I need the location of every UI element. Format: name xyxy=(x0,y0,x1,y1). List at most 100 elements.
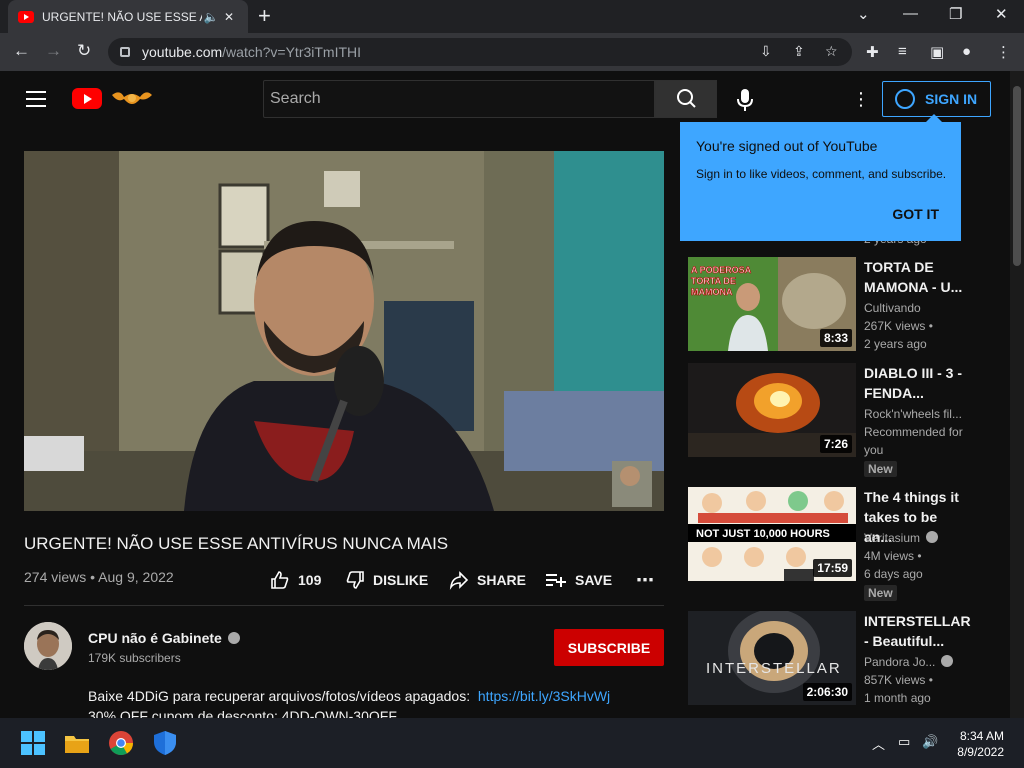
subscribe-button[interactable]: SUBSCRIBE xyxy=(554,629,664,666)
new-tab-button[interactable]: + xyxy=(258,5,271,27)
media-controls-icon[interactable]: ≡ xyxy=(898,43,907,60)
page-scrollbar[interactable] xyxy=(1010,71,1024,718)
rec-views: 857K views • xyxy=(864,673,933,687)
svg-text:MAMONA: MAMONA xyxy=(691,287,733,297)
install-app-icon[interactable]: ⇩ xyxy=(760,43,772,60)
share-arrow-icon xyxy=(449,571,469,590)
settings-kebab-icon[interactable]: ⋮ xyxy=(852,90,870,108)
profile-icon[interactable]: ● xyxy=(962,43,971,60)
tooltip-body: Sign in to like videos, comment, and sub… xyxy=(696,167,947,181)
lock-icon[interactable] xyxy=(120,47,130,57)
subscriber-count: 179K subscribers xyxy=(88,651,181,665)
network-icon[interactable]: ▭ xyxy=(898,734,910,750)
account-icon xyxy=(895,89,915,109)
chrome-menu-icon[interactable]: ⋮ xyxy=(996,43,1011,61)
channel-name[interactable]: CPU não é Gabinete xyxy=(88,630,240,646)
svg-text:TORTA DE: TORTA DE xyxy=(691,276,736,286)
divider xyxy=(24,605,664,606)
save-button[interactable]: SAVE xyxy=(545,570,612,590)
share-button[interactable]: SHARE xyxy=(449,570,526,590)
got-it-button[interactable]: GOT IT xyxy=(892,206,939,222)
close-window-button[interactable]: ✕ xyxy=(995,5,1008,23)
extensions-icon[interactable]: ✚ xyxy=(866,43,879,61)
youtube-favicon-icon xyxy=(18,10,34,23)
video-player[interactable] xyxy=(24,151,664,511)
video-thumbnail[interactable]: A PODEROSA TORTA DE MAMONA 8:33 xyxy=(688,257,856,351)
recommendation-item-1[interactable]: A PODEROSA TORTA DE MAMONA 8:33 TORTA DE… xyxy=(688,257,1008,357)
youtube-doodle-logo[interactable] xyxy=(110,87,154,109)
svg-text:INTERSTELLAR: INTERSTELLAR xyxy=(706,660,842,677)
bookmark-star-icon[interactable]: ☆ xyxy=(825,43,838,60)
share-page-icon[interactable]: ⇪ xyxy=(793,43,805,60)
rec-title[interactable]: DIABLO III - 3 - FENDA... xyxy=(864,363,968,403)
scrollbar-thumb[interactable] xyxy=(1013,86,1021,266)
svg-text:A PODEROSA: A PODEROSA xyxy=(691,265,752,275)
hamburger-menu-icon[interactable] xyxy=(26,91,46,107)
rec-channel[interactable]: Pandora Jo... xyxy=(864,655,954,669)
browser-toolbar: ← → ↻ youtube.com/watch?v=Ytr3iTmITHI ⇩ … xyxy=(0,33,1024,71)
close-tab-icon[interactable]: ✕ xyxy=(220,10,238,24)
search-icon xyxy=(677,89,696,108)
channel-avatar[interactable] xyxy=(24,622,72,670)
video-thumbnail[interactable]: NOT JUST 10,000 HOURS 17:59 xyxy=(688,487,856,581)
video-thumbnail[interactable]: INTERSTELLAR 2:06:30 xyxy=(688,611,856,705)
svg-text:NOT JUST 10,000 HOURS: NOT JUST 10,000 HOURS xyxy=(696,528,830,540)
side-panel-icon[interactable]: ▣ xyxy=(930,43,944,61)
video-duration: 2:06:30 xyxy=(802,683,852,701)
show-hidden-icons-icon[interactable]: ︿ xyxy=(872,734,885,753)
clock-date: 8/9/2022 xyxy=(957,745,1004,759)
video-thumbnail[interactable]: 7:26 xyxy=(688,363,856,457)
channel-name-text: CPU não é Gabinete xyxy=(88,630,222,646)
file-explorer-icon[interactable] xyxy=(64,730,90,756)
sign-in-button[interactable]: SIGN IN xyxy=(882,81,991,117)
recommendation-item-4[interactable]: INTERSTELLAR 2:06:30 INTERSTELLAR - Beau… xyxy=(688,611,1008,711)
rec-title[interactable]: INTERSTELLAR - Beautiful... xyxy=(864,611,971,651)
browser-tab[interactable]: URGENTE! NÃO USE ESSE ANTIVÍ 🔈 ✕ xyxy=(8,0,248,33)
tab-search-icon[interactable]: ⌄ xyxy=(857,5,870,23)
more-actions-icon[interactable]: ⋯ xyxy=(636,570,654,591)
rec-views: Recommended for xyxy=(864,425,963,439)
thumbs-up-icon xyxy=(271,571,289,589)
rec-channel[interactable]: Cultivando xyxy=(864,301,921,315)
maximize-button[interactable]: ❐ xyxy=(949,5,962,23)
like-count: 109 xyxy=(298,572,322,588)
microphone-icon[interactable] xyxy=(736,88,754,112)
tooltip-title: You're signed out of YouTube xyxy=(696,138,878,154)
like-button[interactable]: 109 xyxy=(270,570,321,590)
share-label: SHARE xyxy=(477,572,527,588)
playlist-add-icon xyxy=(546,574,566,587)
forward-icon[interactable]: → xyxy=(45,42,62,60)
chrome-icon[interactable] xyxy=(108,730,134,756)
save-label: SAVE xyxy=(575,572,613,588)
speaker-icon[interactable]: 🔈 xyxy=(202,10,220,24)
dislike-button[interactable]: DISLIKE xyxy=(345,570,428,590)
back-icon[interactable]: ← xyxy=(13,42,30,60)
video-duration: 17:59 xyxy=(813,559,852,577)
signed-out-tooltip: You're signed out of YouTube Sign in to … xyxy=(680,114,961,241)
windows-start-icon[interactable] xyxy=(20,730,46,756)
minimize-button[interactable]: — xyxy=(903,5,918,22)
reload-icon[interactable]: ↻ xyxy=(77,42,91,60)
rec-views: 267K views • xyxy=(864,319,933,333)
windows-security-icon[interactable] xyxy=(152,730,178,756)
rec-channel[interactable]: Rock'n'wheels fil... xyxy=(864,407,962,421)
video-duration: 8:33 xyxy=(819,329,852,347)
video-title: URGENTE! NÃO USE ESSE ANTIVÍRUS NUNCA MA… xyxy=(24,534,449,553)
rec-channel-text: Veritasium xyxy=(864,531,921,545)
address-bar[interactable]: youtube.com/watch?v=Ytr3iTmITHI ⇩ ⇪ ☆ xyxy=(108,38,852,66)
description-link[interactable]: https://bit.ly/3SkHvWj xyxy=(478,688,610,704)
verified-check-icon xyxy=(941,655,954,667)
rec-age: 2 years ago xyxy=(864,337,927,351)
rec-channel[interactable]: Veritasium xyxy=(864,531,939,545)
volume-icon[interactable]: 🔊 xyxy=(922,734,938,750)
search-button[interactable] xyxy=(655,80,717,118)
verified-check-icon xyxy=(926,531,939,543)
url-host: youtube.com xyxy=(142,44,223,60)
youtube-logo[interactable] xyxy=(72,88,102,109)
rec-title[interactable]: TORTA DE MAMONA - U... xyxy=(864,257,968,297)
recommendation-item-2[interactable]: 7:26 DIABLO III - 3 - FENDA... Rock'n'wh… xyxy=(688,363,1008,481)
system-clock[interactable]: 8:34 AM 8/9/2022 xyxy=(957,728,1004,760)
search-input[interactable]: Search xyxy=(263,80,655,118)
tab-title: URGENTE! NÃO USE ESSE ANTIVÍ xyxy=(42,9,202,24)
recommendation-item-3[interactable]: NOT JUST 10,000 HOURS 17:59 The 4 things… xyxy=(688,487,1008,605)
